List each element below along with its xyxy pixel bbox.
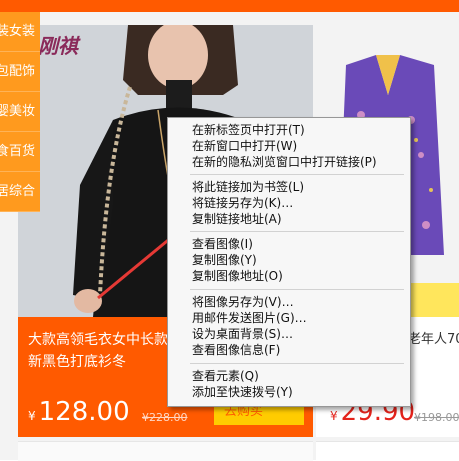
menu-separator — [190, 231, 404, 232]
menu-item-save-image-as[interactable]: 将图像另存为(V)… — [192, 294, 294, 310]
menu-item-add-speed-dial[interactable]: 添加至快速拨号(Y) — [192, 384, 293, 400]
menu-item-view-image-info[interactable]: 查看图像信息(F) — [192, 342, 280, 358]
menu-item-bookmark-link[interactable]: 将此链接加为书签(L) — [192, 179, 304, 195]
menu-item-email-image[interactable]: 用邮件发送图片(G)… — [192, 310, 307, 326]
menu-item-save-link-as[interactable]: 将链接另存为(K)… — [192, 195, 293, 211]
menu-item-copy-image[interactable]: 复制图像(Y) — [192, 252, 257, 268]
menu-item-copy-image-address[interactable]: 复制图像地址(O) — [192, 268, 283, 284]
menu-item-view-image[interactable]: 查看图像(I) — [192, 236, 253, 252]
context-menu: 在新标签页中打开(T) 在新窗口中打开(W) 在新的隐私浏览窗口中打开链接(P)… — [167, 117, 411, 407]
menu-item-open-in-new-window[interactable]: 在新窗口中打开(W) — [192, 138, 297, 154]
menu-separator — [190, 363, 404, 364]
menu-item-inspect-element[interactable]: 查看元素(Q) — [192, 368, 259, 384]
menu-separator — [190, 289, 404, 290]
menu-item-open-private[interactable]: 在新的隐私浏览窗口中打开链接(P) — [192, 154, 377, 170]
menu-item-copy-link-address[interactable]: 复制链接地址(A) — [192, 211, 282, 227]
menu-separator — [190, 174, 404, 175]
menu-item-open-in-new-tab[interactable]: 在新标签页中打开(T) — [192, 122, 305, 138]
menu-item-set-desktop-background[interactable]: 设为桌面背景(S)… — [192, 326, 293, 342]
